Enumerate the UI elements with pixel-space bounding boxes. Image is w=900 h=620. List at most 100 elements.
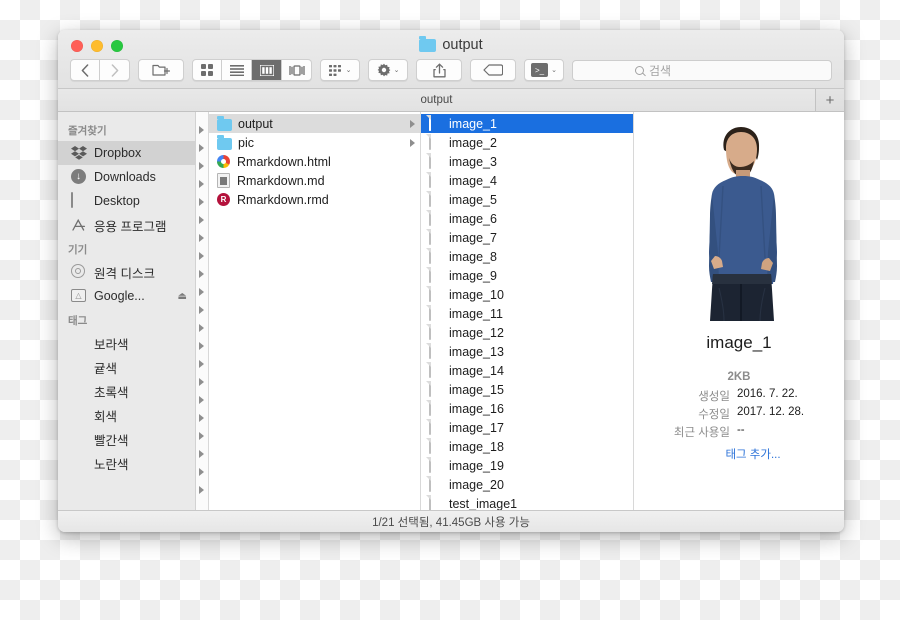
file-row-image-3[interactable]: image_3 (421, 152, 633, 171)
meta-value-last-opened: -- (736, 424, 745, 436)
tag-dot-gray-icon (71, 407, 87, 423)
new-folder-button[interactable] (138, 59, 184, 81)
sidebar-item-label: 원격 디스크 (94, 266, 155, 281)
add-tags-link[interactable]: 태그 추가... (725, 446, 780, 462)
chevron-right-icon (199, 126, 204, 134)
file-name: image_16 (449, 401, 504, 416)
close-button[interactable] (71, 40, 83, 52)
sidebar-item-tag-green[interactable]: 초록색 (58, 379, 195, 403)
document-icon (429, 153, 443, 169)
list-view-button[interactable] (222, 59, 252, 81)
sidebar-item-google-drive[interactable]: △ Google... ⏏ (58, 284, 195, 308)
tag-button[interactable] (470, 59, 516, 81)
folder-icon (419, 35, 437, 52)
chevron-right-icon[interactable] (410, 138, 415, 147)
file-row-image-16[interactable]: image_16 (421, 399, 633, 418)
icon-view-button[interactable] (192, 59, 222, 81)
preview-metadata: 생성일 2016. 7. 22. 수정일 2017. 12. 28. 최근 사용… (674, 388, 804, 440)
preview-image (679, 116, 799, 321)
chevron-right-icon (199, 414, 204, 422)
document-icon (429, 324, 443, 340)
gallery-view-button[interactable] (282, 59, 312, 81)
markdown-icon (217, 173, 231, 188)
file-row-pic[interactable]: pic (209, 133, 420, 152)
file-row-image-18[interactable]: image_18 (421, 437, 633, 456)
sidebar-item-downloads[interactable]: ↓ Downloads (58, 165, 195, 189)
file-row-image-2[interactable]: image_2 (421, 133, 633, 152)
sidebar-item-label: Dropbox (94, 146, 142, 160)
sidebar-item-tag-gray[interactable]: 회색 (58, 403, 195, 427)
status-text: 1/21 선택됨, 41.45GB 사용 가능 (372, 516, 530, 529)
meta-key-created: 생성일 (698, 391, 730, 403)
file-row-image-14[interactable]: image_14 (421, 361, 633, 380)
new-tab-button[interactable]: + (816, 89, 844, 111)
document-icon (429, 400, 443, 416)
file-column-2: image_1 image_2 image_3 image_4 image_5 (421, 112, 634, 510)
file-row-image-9[interactable]: image_9 (421, 266, 633, 285)
sidebar-item-label: 초록색 (94, 385, 129, 400)
file-row-image-7[interactable]: image_7 (421, 228, 633, 247)
arrange-button[interactable]: ⌄ (320, 59, 360, 81)
google-drive-icon: △ (71, 288, 87, 304)
sidebar-item-tag-purple[interactable]: 보라색 (58, 331, 195, 355)
sidebar-item-tag-orange[interactable]: 귵색 (58, 355, 195, 379)
file-row-rmarkdown-html[interactable]: Rmarkdown.html (209, 152, 420, 171)
file-row-output[interactable]: output (209, 114, 420, 133)
chevron-right-icon (199, 162, 204, 170)
chevron-right-icon (199, 450, 204, 458)
chevron-right-icon (199, 378, 204, 386)
tab-output[interactable]: output (58, 89, 816, 111)
file-row-image-11[interactable]: image_11 (421, 304, 633, 323)
file-row-image-19[interactable]: image_19 (421, 456, 633, 475)
file-row-image-20[interactable]: image_20 (421, 475, 633, 494)
chevron-right-icon[interactable] (410, 119, 415, 128)
file-row-image-6[interactable]: image_6 (421, 209, 633, 228)
document-icon (429, 229, 443, 245)
file-row-image-15[interactable]: image_15 (421, 380, 633, 399)
chevron-down-icon: ⌄ (393, 66, 400, 74)
minimize-button[interactable] (91, 40, 103, 52)
file-name: image_9 (449, 268, 497, 283)
share-button[interactable] (416, 59, 462, 81)
file-row-image-13[interactable]: image_13 (421, 342, 633, 361)
terminal-button[interactable]: >_ ⌄ (524, 59, 564, 81)
column-view-button[interactable] (252, 59, 282, 81)
eject-icon[interactable]: ⏏ (178, 291, 187, 302)
document-icon (429, 381, 443, 397)
file-row-test-image1[interactable]: test_image1 (421, 494, 633, 510)
file-name: image_7 (449, 230, 497, 245)
forward-button[interactable] (100, 59, 130, 81)
sidebar-item-applications[interactable]: 응용 프로그램 (58, 213, 195, 237)
sidebar-item-tag-yellow[interactable]: 노란색 (58, 451, 195, 475)
file-row-image-8[interactable]: image_8 (421, 247, 633, 266)
sidebar-item-label: Google... (94, 289, 145, 303)
action-menu-button[interactable]: ⌄ (368, 59, 408, 81)
search-input[interactable]: 검색 (572, 59, 832, 81)
file-row-image-5[interactable]: image_5 (421, 190, 633, 209)
chevron-right-icon (199, 252, 204, 260)
back-button[interactable] (70, 59, 100, 81)
file-row-rmarkdown-rmd[interactable]: R Rmarkdown.rmd (209, 190, 420, 209)
file-name: image_12 (449, 325, 504, 340)
document-icon (429, 210, 443, 226)
sidebar-item-label: Downloads (94, 170, 156, 184)
file-name: image_5 (449, 192, 497, 207)
file-row-image-17[interactable]: image_17 (421, 418, 633, 437)
preview-file-size: 2KB (727, 371, 751, 383)
file-row-image-10[interactable]: image_10 (421, 285, 633, 304)
terminal-icon: >_ (531, 63, 549, 77)
file-row-image-1[interactable]: image_1 (421, 114, 633, 133)
document-icon (429, 134, 443, 150)
file-row-rmarkdown-md[interactable]: Rmarkdown.md (209, 171, 420, 190)
chevron-right-icon (199, 144, 204, 152)
search-icon (635, 65, 644, 75)
sidebar-item-dropbox[interactable]: Dropbox (58, 141, 195, 165)
zoom-button[interactable] (111, 40, 123, 52)
sidebar-item-tag-red[interactable]: 빨간색 (58, 427, 195, 451)
sidebar-item-desktop[interactable]: Desktop (58, 189, 195, 213)
file-row-image-4[interactable]: image_4 (421, 171, 633, 190)
sidebar-item-remote-disc[interactable]: 원격 디스크 (58, 260, 195, 284)
file-row-image-12[interactable]: image_12 (421, 323, 633, 342)
file-name: image_18 (449, 439, 504, 454)
tag-dot-yellow-icon (71, 455, 87, 471)
